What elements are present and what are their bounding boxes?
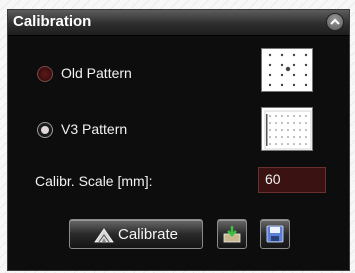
v3-pattern-label: V3 Pattern (61, 121, 128, 137)
chevron-up-icon[interactable] (327, 14, 343, 30)
import-icon (223, 226, 241, 243)
old-pattern-thumbnail (261, 48, 313, 92)
calibrate-label: Calibrate (118, 226, 179, 243)
panel-titlebar: Calibration (8, 10, 349, 36)
calibration-panel: Calibration Old Pattern V3 Pattern Calib… (7, 9, 350, 271)
old-pattern-radio[interactable] (37, 66, 53, 82)
scale-label: Calibr. Scale [mm]: (35, 173, 153, 189)
panel-title: Calibration (13, 13, 92, 30)
import-button[interactable] (217, 219, 247, 249)
old-pattern-label: Old Pattern (61, 65, 132, 81)
v3-pattern-thumbnail (261, 107, 313, 151)
save-button[interactable] (260, 219, 290, 249)
calibrate-icon (94, 228, 114, 243)
v3-pattern-radio[interactable] (37, 122, 53, 138)
save-icon (266, 225, 284, 243)
calibrate-button[interactable]: Calibrate (69, 219, 203, 249)
scale-input[interactable]: 60 (258, 167, 326, 193)
